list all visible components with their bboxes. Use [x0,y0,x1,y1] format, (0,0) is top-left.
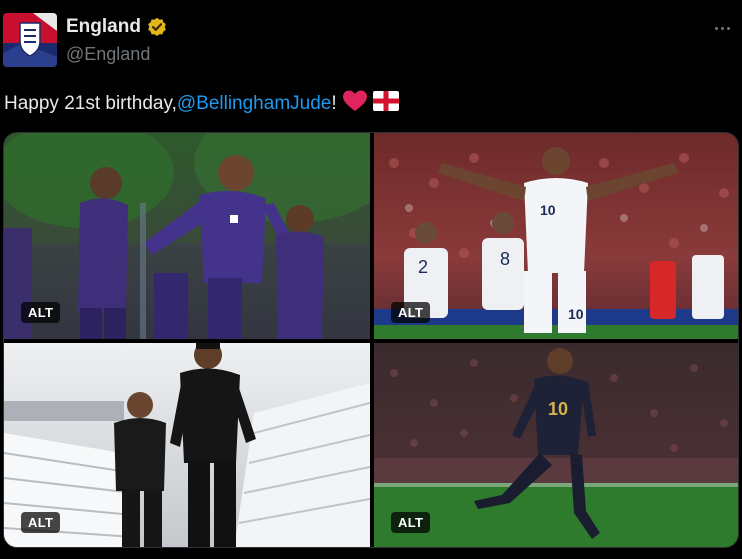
tweet-text: Happy 21st birthday, @BellinghamJude ! [4,90,399,118]
account-name[interactable]: England [66,16,141,38]
alt-badge[interactable]: ALT [21,512,61,533]
jersey-number: 10 [548,399,568,419]
media-grid: ALT 2 8 10 10 ALT ALT 10 ALT [3,132,739,548]
tweet-footer [0,550,742,559]
photo-arrival[interactable]: ALT [4,343,370,547]
account-handle[interactable]: @England [66,44,150,65]
jersey-number: 10 [540,202,556,218]
photo-match-celebration[interactable]: 10 ALT [374,343,738,547]
alt-badge[interactable]: ALT [391,302,431,323]
alt-badge[interactable]: ALT [391,512,431,533]
svg-text:8: 8 [500,249,510,269]
heart-emoji-icon [342,90,367,118]
tweet-text-before: Happy 21st birthday, [4,93,177,114]
photo-celebration[interactable]: 2 8 10 10 ALT [374,133,738,339]
avatar[interactable] [3,13,57,67]
verified-badge-icon [147,17,167,37]
alt-badge[interactable]: ALT [21,302,61,323]
more-icon[interactable] [708,18,736,38]
tweet-header: England @England [0,0,742,80]
svg-text:2: 2 [418,257,428,277]
shorts-number: 10 [568,306,584,322]
england-flag-emoji-icon [372,91,399,117]
mention-link[interactable]: @BellinghamJude [177,93,332,115]
photo-training[interactable]: ALT [4,133,370,339]
tweet-text-after: ! [331,93,337,114]
